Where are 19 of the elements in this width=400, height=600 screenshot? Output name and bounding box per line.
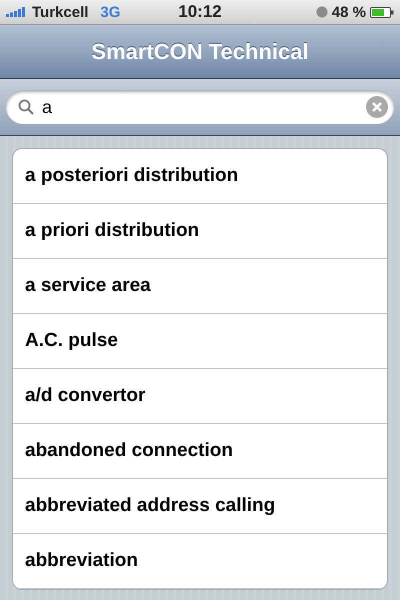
network-type: 3G [100,4,120,20]
result-item[interactable]: a service area [13,259,387,314]
result-item[interactable]: abandoned connection [13,424,387,479]
battery-percent: 48 % [332,4,366,20]
search-field[interactable]: a [6,90,394,124]
carrier-name: Turkcell [32,4,88,20]
result-item[interactable]: a priori distribution [13,204,387,259]
clear-icon[interactable] [366,96,388,118]
signal-icon [6,7,28,17]
app-title: SmartCON Technical [91,38,309,64]
result-item[interactable]: A.C. pulse [13,314,387,369]
result-item[interactable]: abbreviated address calling [13,479,387,534]
result-item[interactable]: a posteriori distribution [13,149,387,204]
search-icon [18,99,34,115]
result-item[interactable]: abbreviation [13,534,387,589]
search-query: a [42,96,54,118]
clock-time: 10:12 [178,2,222,22]
result-item[interactable]: a/d convertor [13,369,387,424]
battery-icon [370,6,394,18]
